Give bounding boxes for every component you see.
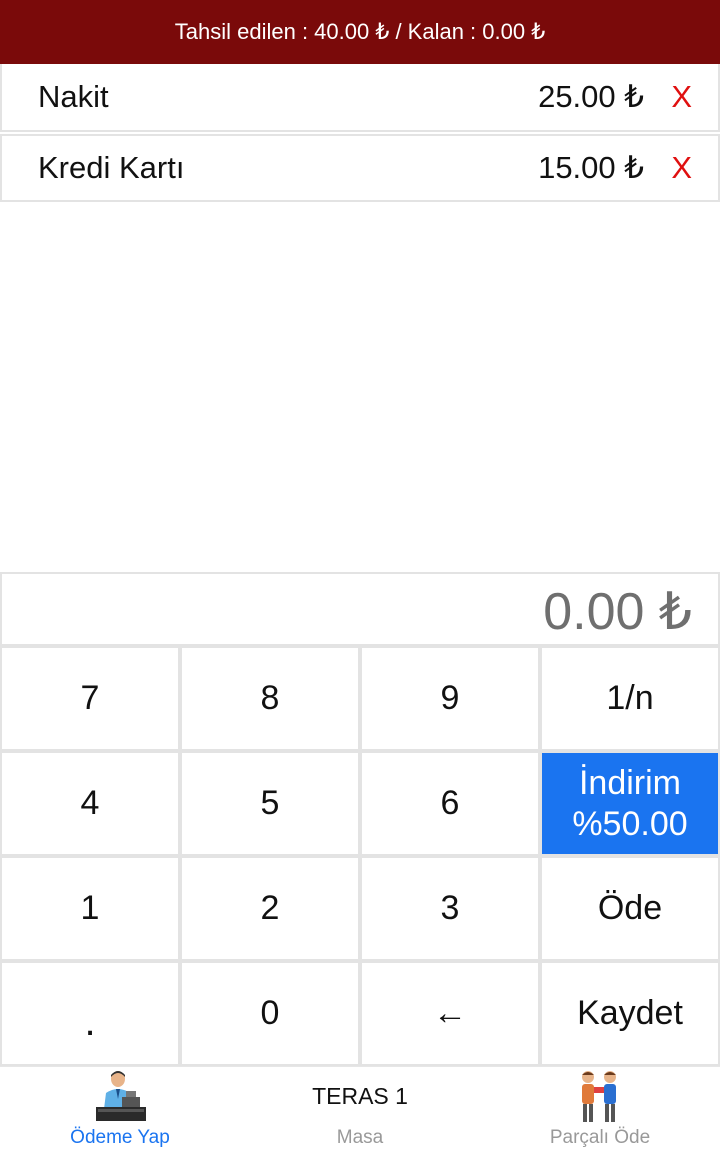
nav-table-label: Masa [336,1127,384,1148]
payment-row: Nakit 25.00 ₺ X [0,64,720,132]
key-4[interactable]: 4 [2,753,178,854]
save-button[interactable]: Kaydet [542,963,718,1064]
key-2[interactable]: 2 [182,858,358,959]
remove-payment-button[interactable]: X [671,79,692,115]
nav-pay-label: Ödeme Yap [70,1127,170,1148]
key-decimal[interactable]: . [2,963,178,1064]
payment-list: Nakit 25.00 ₺ X Kredi Kartı 15.00 ₺ X [0,64,720,202]
numeric-keypad: 7 8 9 1/n 4 5 6 İndirim %50.00 1 2 3 Öde… [0,646,720,1066]
payment-method-name: Nakit [38,79,109,114]
key-5[interactable]: 5 [182,753,358,854]
cashier-icon [96,1071,146,1121]
amount-display[interactable]: 0.00 ₺ [0,572,720,646]
backspace-button[interactable]: ← [362,963,538,1064]
key-8[interactable]: 8 [182,648,358,749]
key-7[interactable]: 7 [2,648,178,749]
nav-table[interactable]: TERAS 1 Masa [240,1067,480,1154]
payment-amount: 15.00 ₺ [538,150,644,185]
nav-pay[interactable]: Ödeme Yap [0,1067,240,1154]
payment-amount: 25.00 ₺ [538,79,644,114]
discount-button[interactable]: İndirim %50.00 [542,753,718,854]
people-exchange-icon [582,1071,616,1122]
amount-display-value: 0.00 ₺ [543,583,692,641]
key-9[interactable]: 9 [362,648,538,749]
payment-summary-header: Tahsil edilen : 40.00 ₺ / Kalan : 0.00 ₺ [0,0,720,64]
key-1[interactable]: 1 [2,858,178,959]
key-6[interactable]: 6 [362,753,538,854]
key-3[interactable]: 3 [362,858,538,959]
split-evenly-button[interactable]: 1/n [542,648,718,749]
payment-method-name: Kredi Kartı [38,150,185,185]
pay-button[interactable]: Öde [542,858,718,959]
nav-split-pay[interactable]: Parçalı Öde [480,1067,720,1154]
payment-screen: Tahsil edilen : 40.00 ₺ / Kalan : 0.00 ₺… [0,0,720,1154]
key-0[interactable]: 0 [182,963,358,1064]
table-name: TERAS 1 [312,1083,408,1109]
discount-value: %50.00 [572,804,688,843]
discount-label: İndirim [578,763,681,802]
nav-split-pay-label: Parçalı Öde [549,1127,651,1148]
remove-payment-button[interactable]: X [671,150,692,186]
payment-row: Kredi Kartı 15.00 ₺ X [0,134,720,202]
bottom-navigation: Ödeme Yap TERAS 1 Masa Parçalı Öde [0,1066,720,1154]
payment-summary-text: Tahsil edilen : 40.00 ₺ / Kalan : 0.00 ₺ [174,19,546,44]
